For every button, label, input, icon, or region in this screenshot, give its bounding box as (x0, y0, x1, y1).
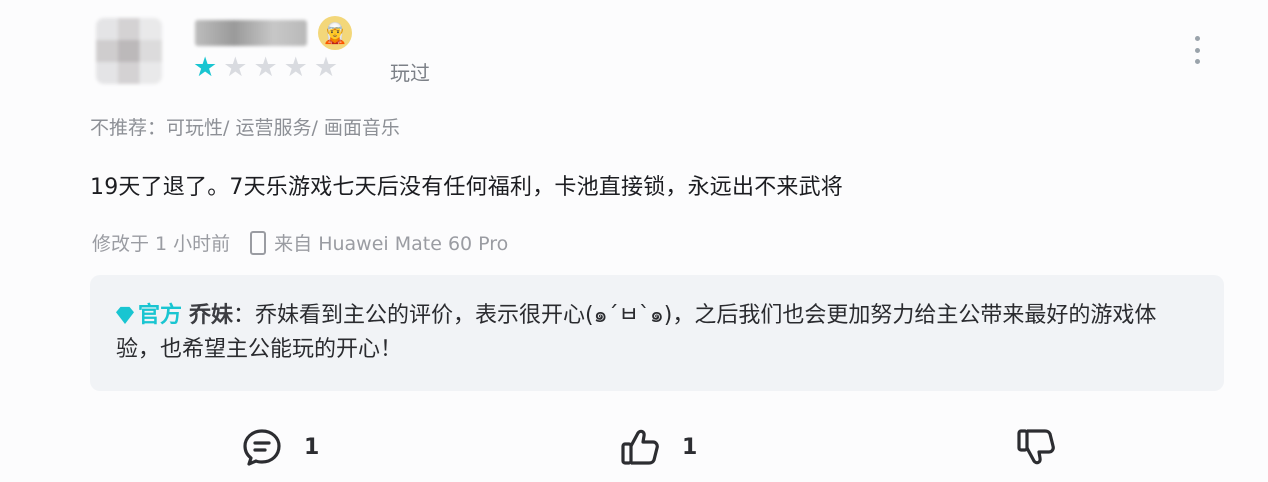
star-icon: ★ (283, 52, 308, 83)
comment-icon (243, 429, 281, 466)
star-icon: ★ (313, 52, 339, 83)
reply-text: 乔妹看到主公的评价，表示很开心(๑´ㅂ`๑)，之后我们也会更加努力给主公带来最好… (116, 303, 1157, 362)
play-status: 玩过 (390, 61, 430, 85)
replier-name: 乔妹 (189, 303, 234, 328)
star-icon: ★ (223, 52, 248, 83)
avatar-badge-icon: 🧝 (318, 16, 352, 50)
phone-icon (250, 230, 267, 255)
dislike-button[interactable] (1014, 425, 1058, 469)
reply-content: 官方 乔妹：乔妹看到主公的评价，表示很开心(๑´ㅂ`๑)，之后我们也会更加努力给… (116, 299, 1196, 367)
thumbs-up-icon (621, 429, 659, 465)
official-label: 官方 (138, 303, 183, 328)
review-card: ████ 🧝 ★ ★ ★ ★ ★ 玩过 不推荐：可玩性/ 运营服务/ 画面音乐 … (0, 0, 1268, 482)
comment-count: 1 (304, 434, 320, 460)
more-icon[interactable] (1186, 36, 1208, 64)
username[interactable]: ████ (195, 20, 307, 46)
like-count: 1 (682, 434, 698, 460)
not-recommend-tags: 不推荐：可玩性/ 运营服务/ 画面音乐 (90, 117, 400, 139)
action-bar: 1 1 (0, 425, 1268, 475)
official-reply: 官方 乔妹：乔妹看到主公的评价，表示很开心(๑´ㅂ`๑)，之后我们也会更加努力给… (90, 275, 1224, 391)
thumbs-down-icon (1017, 429, 1055, 465)
rating-stars: ★ ★ ★ ★ ★ (193, 54, 338, 82)
review-text: 19天了退了。7天乐游戏七天后没有任何福利，卡池直接锁，永远出不来武将 (90, 175, 843, 200)
device-name: 来自 Huawei Mate 60 Pro (274, 233, 509, 255)
like-button[interactable]: 1 (618, 425, 697, 469)
star-icon: ★ (253, 52, 278, 83)
comment-button[interactable]: 1 (240, 425, 319, 469)
star-icon: ★ (193, 52, 218, 83)
reply-separator: ： (233, 303, 256, 328)
modified-time: 修改于 1 小时前 (92, 233, 231, 255)
avatar[interactable] (96, 18, 162, 84)
review-meta: 修改于 1 小时前 来自 Huawei Mate 60 Pro (92, 229, 508, 256)
verified-icon (116, 306, 134, 324)
